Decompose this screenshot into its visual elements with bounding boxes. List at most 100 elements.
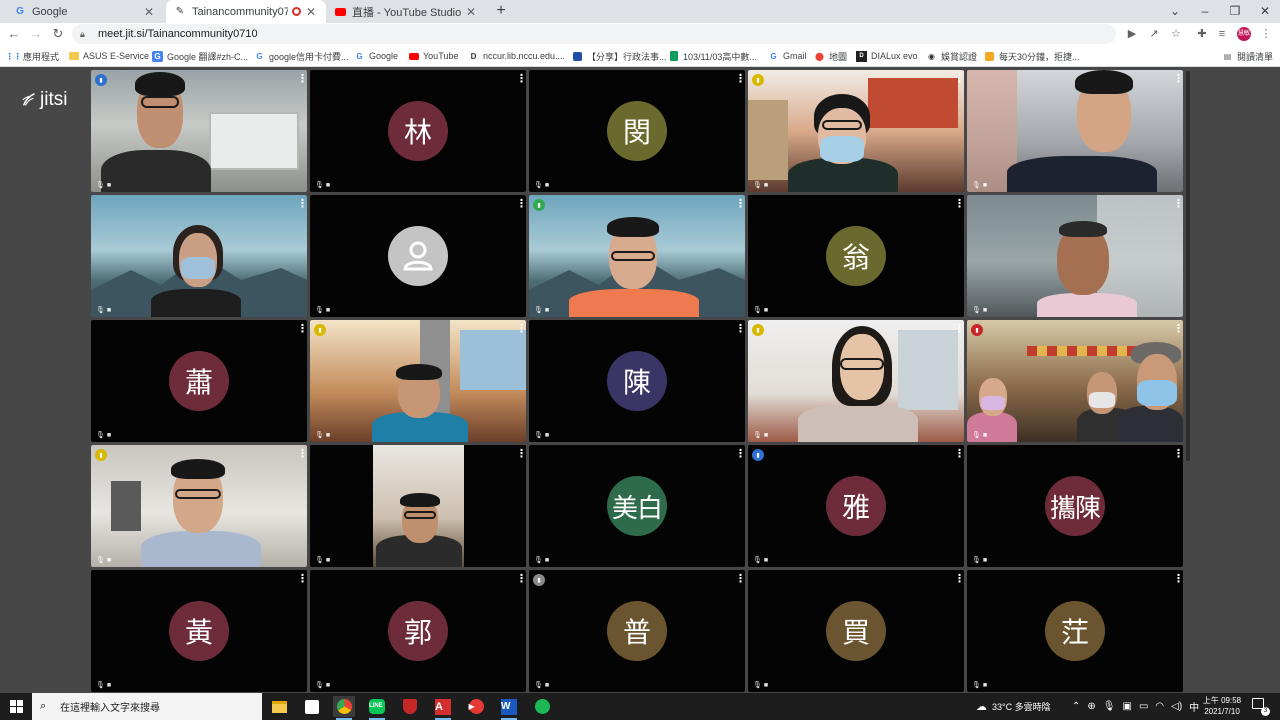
tile-more-options-icon[interactable]: ⋮ [735,198,745,210]
bookmark-apps[interactable]: ⋮⋮ 應用程式 [6,49,60,63]
open-external-icon[interactable]: ↗ [1146,26,1162,42]
more-menu-icon[interactable]: ⋮ [1258,26,1274,42]
tile-more-options-icon[interactable]: ⋮ [1173,73,1183,85]
participant-tile[interactable]: 翁 ⋮ 🎙︎ ■ [748,195,964,317]
connection-indicator-icon[interactable]: ▮ [971,324,983,336]
close-icon[interactable]: ✕ [464,5,478,19]
connection-indicator-icon[interactable]: ▮ [95,449,107,461]
tab-search-button[interactable]: ⌄ [1160,0,1190,23]
camera-in-use-icon[interactable]: ▶ [1124,26,1140,42]
connection-indicator-icon[interactable]: ▮ [533,574,545,586]
participant-tile[interactable]: 陳 ⋮ 🎙︎ ■ [529,320,745,442]
battery-icon[interactable]: ▭ [1139,701,1148,712]
back-arrow-icon[interactable]: ← [6,26,22,42]
tile-more-options-icon[interactable]: ⋮ [297,323,307,335]
network-drive-icon[interactable]: ⊕ [1087,701,1095,712]
shield-app-icon[interactable] [399,696,421,717]
tile-more-options-icon[interactable]: ⋮ [516,573,526,585]
star-bookmark-icon[interactable]: ☆ [1168,26,1184,42]
bookmark-gmail[interactable]: G Gmail [768,49,806,63]
connection-indicator-icon[interactable]: ▮ [752,74,764,86]
participant-tile[interactable]: 美白 ⋮ 🎙︎ ■ [529,445,745,567]
connection-indicator-icon[interactable]: ▮ [752,324,764,336]
bookmark-google-card[interactable]: G google信用卡付費... [254,49,348,63]
tile-more-options-icon[interactable]: ⋮ [954,573,964,585]
line-icon[interactable]: LINE [366,696,388,720]
connection-indicator-icon[interactable]: ▮ [752,449,764,461]
participant-tile[interactable]: ⋮ 🎙︎ ■ [310,445,526,567]
taskbar-search-box[interactable]: ⌕ 在這裡輸入文字來搜尋 [32,693,262,720]
store-icon[interactable] [301,696,323,717]
participant-tile[interactable]: ▮ ⋮ 🎙︎ ■ [529,195,745,317]
chrome-icon[interactable] [333,696,355,720]
media-queue-icon[interactable]: ≡ [1214,26,1230,42]
close-window-button[interactable]: ✕ [1250,0,1280,23]
start-button[interactable] [0,693,32,720]
participant-tile[interactable]: ▮ ⋮ 🎙︎ ■ [967,320,1183,442]
tile-more-options-icon[interactable]: ⋮ [1173,323,1183,335]
participant-tile[interactable]: 普 ▮ ⋮ 🎙︎ ■ [529,570,745,692]
bookmark-maps[interactable]: ⬤ 地圖 [814,49,847,63]
participant-tile[interactable]: 郭 ⋮ 🎙︎ ■ [310,570,526,692]
tab-jitsi[interactable]: ✎ Tainancommunity0710 | Ji ✕ [166,0,326,23]
bookmark-sheet[interactable]: 103/11/03高中數... [668,49,757,63]
close-icon[interactable]: ✕ [142,5,156,19]
restore-button[interactable]: ❐ [1220,0,1250,23]
participant-tile[interactable]: 黃 ⋮ 🎙︎ ■ [91,570,307,692]
bookmark-share[interactable]: 【分享】行政法事... [572,49,667,63]
bookmark-dialux[interactable]: D DIALux evo [856,49,918,63]
participant-tile[interactable]: ⋮ 🎙︎ ■ [310,195,526,317]
bookmark-nccu[interactable]: D nccur.lib.nccu.edu.... [468,49,565,63]
reading-list[interactable]: ▤ 閱讀清單 [1222,49,1273,63]
jitsi-logo[interactable]: jitsi [20,89,67,111]
bookmark-translate[interactable]: G Google 翻譯#zh-C... [152,49,248,63]
volume-icon[interactable]: ◁) [1171,701,1182,712]
connection-indicator-icon[interactable]: ▮ [95,74,107,86]
tile-more-options-icon[interactable]: ⋮ [297,73,307,85]
participant-tile[interactable]: ▮ ⋮ 🎙︎ ■ [310,320,526,442]
participant-tile[interactable]: 攜陳 ⋮ 🎙︎ ■ [967,445,1183,567]
tile-more-options-icon[interactable]: ⋮ [297,448,307,460]
tile-more-options-icon[interactable]: ⋮ [735,323,745,335]
minimize-button[interactable]: – [1190,0,1220,23]
taskbar-clock[interactable]: 上午 09:58 2021/7/10 [1198,695,1246,717]
reload-icon[interactable]: ↻ [50,26,66,42]
tile-more-options-icon[interactable]: ⋮ [516,73,526,85]
spotify-icon[interactable] [531,696,553,717]
lock-icon[interactable]: 🔒︎ [80,29,90,40]
tile-more-options-icon[interactable]: ⋮ [1173,573,1183,585]
tile-grid-scrollbar[interactable] [1186,71,1190,461]
close-icon[interactable]: ✕ [304,5,318,19]
address-bar[interactable]: 🔒︎ meet.jit.si/Tainancommunity0710 [72,24,1116,44]
media-player-icon[interactable]: ▶ [465,696,487,717]
tile-more-options-icon[interactable]: ⋮ [735,448,745,460]
bookmark-asus[interactable]: ASUS E-Service [68,49,149,63]
forward-arrow-icon[interactable]: → [28,26,44,42]
screen-icon[interactable]: ▣ [1122,701,1131,712]
participant-tile[interactable]: ▮ ⋮ 🎙︎ ■ [748,320,964,442]
microphone-icon[interactable]: 🎙︎ [1103,701,1116,712]
tile-more-options-icon[interactable]: ⋮ [516,323,526,335]
tab-youtube-studio[interactable]: 直播 - YouTube Studio ✕ [326,0,486,23]
participant-tile[interactable]: ▮ ⋮ 🎙︎ ■ [748,70,964,192]
bookmark-cert[interactable]: ◉ 娛賞認證 [926,49,977,63]
tile-more-options-icon[interactable]: ⋮ [954,448,964,460]
participant-tile[interactable]: 林 ⋮ 🎙︎ ■ [310,70,526,192]
tile-more-options-icon[interactable]: ⋮ [1173,448,1183,460]
tab-google[interactable]: G Google ✕ [6,0,164,23]
participant-tile[interactable]: 閔 ⋮ 🎙︎ ■ [529,70,745,192]
tile-more-options-icon[interactable]: ⋮ [954,323,964,335]
tile-more-options-icon[interactable]: ⋮ [516,448,526,460]
notification-center-icon[interactable]: 3 [1252,698,1270,716]
bookmark-daily[interactable]: 每天30分鐘，拒捷... [984,49,1080,63]
tile-more-options-icon[interactable]: ⋮ [954,198,964,210]
tile-more-options-icon[interactable]: ⋮ [516,198,526,210]
connection-indicator-icon[interactable]: ▮ [533,199,545,211]
tile-more-options-icon[interactable]: ⋮ [297,198,307,210]
participant-tile[interactable]: ▮ ⋮ 🎙︎ ■ [91,445,307,567]
chevron-up-icon[interactable]: ⌃ [1072,701,1080,712]
weather-widget[interactable]: ☁ 33°C 多雲時陰 [976,693,1051,720]
wifi-icon[interactable]: ◠ [1155,701,1164,712]
participant-tile[interactable]: 蕭 ⋮ 🎙︎ ■ [91,320,307,442]
tile-more-options-icon[interactable]: ⋮ [954,73,964,85]
